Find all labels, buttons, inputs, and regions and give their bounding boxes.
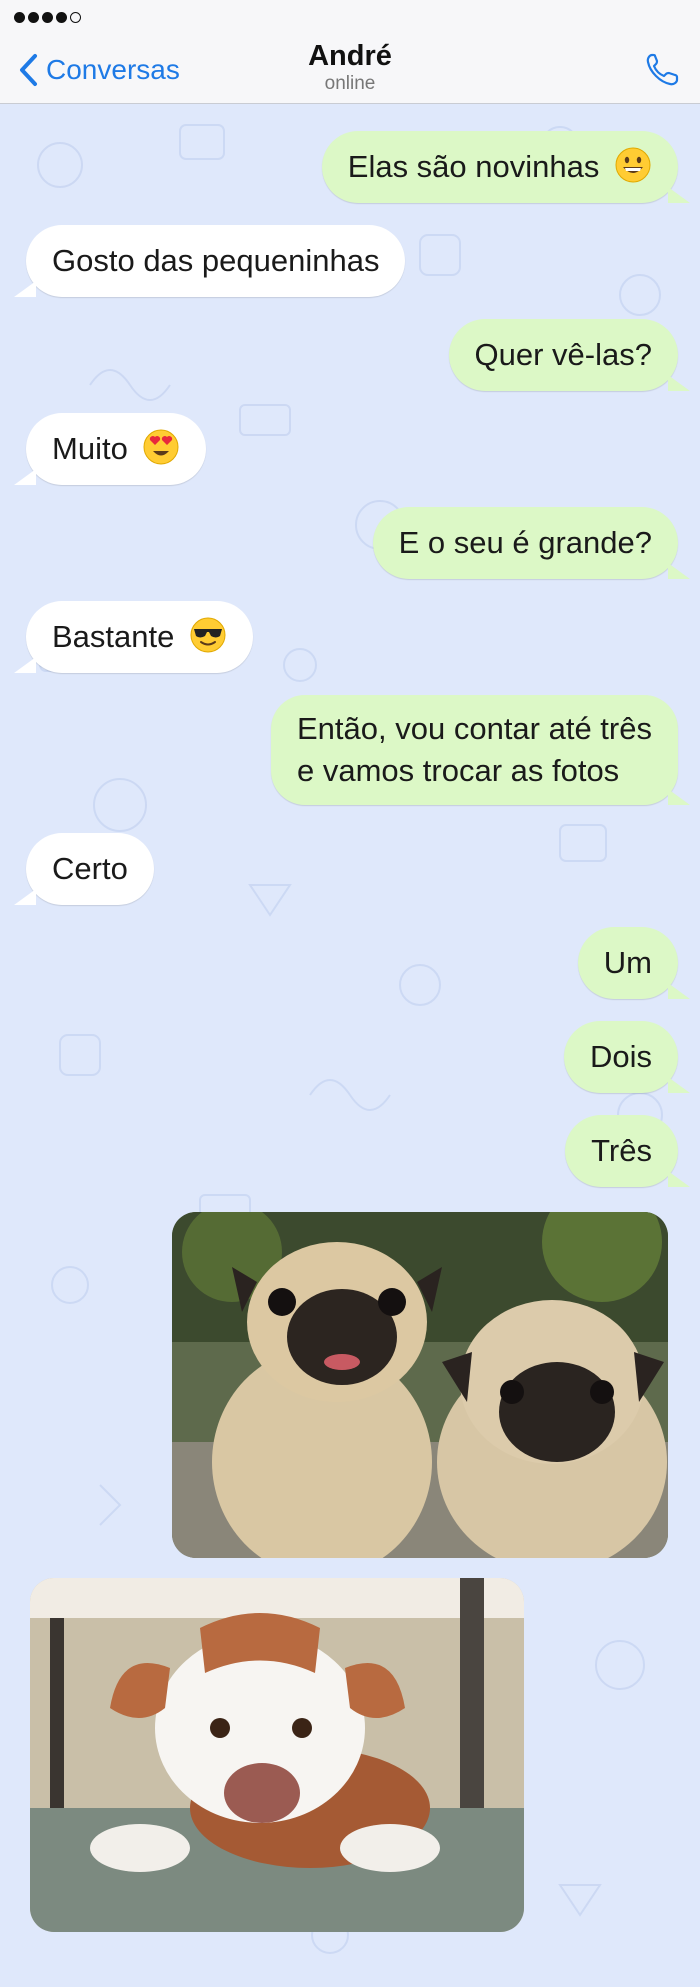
message-outgoing[interactable]: Quer vê-las?: [448, 319, 691, 391]
message-text: Gosto das pequeninhas: [52, 243, 380, 278]
message-photo-incoming[interactable]: [30, 1578, 524, 1932]
pitbull-dog-lying-down-photo: [30, 1578, 524, 1932]
message-text: Elas são novinhas: [347, 149, 600, 184]
message-incoming[interactable]: Certo: [14, 833, 154, 905]
heart-eyes-face-icon: [143, 429, 179, 465]
contact-name: André: [308, 40, 392, 72]
message-text: Quer vê-las?: [474, 337, 652, 372]
message-text: Três: [591, 1133, 652, 1168]
signal-strength-icon: [14, 12, 81, 23]
message-outgoing[interactable]: Um: [577, 927, 691, 999]
chat-area[interactable]: Elas são novinhas Gosto das pequeninhas …: [0, 105, 700, 1987]
sunglasses-face-icon: [190, 617, 226, 653]
message-incoming[interactable]: Gosto das pequeninhas: [13, 225, 406, 297]
message-outgoing[interactable]: Três: [565, 1115, 690, 1187]
message-outgoing[interactable]: Então, vou contar até três e vamos troca…: [271, 695, 690, 805]
grinning-face-icon: [615, 147, 651, 183]
message-text: E o seu é grande?: [398, 525, 652, 560]
message-text: Certo: [52, 851, 128, 886]
call-button[interactable]: [642, 50, 682, 90]
message-text: Dois: [589, 1039, 652, 1074]
message-outgoing[interactable]: Dois: [563, 1021, 691, 1093]
message-incoming[interactable]: Bastante: [14, 601, 253, 673]
message-outgoing[interactable]: Elas são novinhas: [321, 131, 691, 203]
status-bar: [0, 0, 700, 36]
chat-header: Conversas André online: [0, 36, 700, 104]
message-photo-outgoing[interactable]: [172, 1212, 668, 1558]
two-pug-puppies-photo: [172, 1212, 668, 1558]
contact-info[interactable]: André online: [0, 38, 700, 94]
contact-status: online: [324, 73, 376, 94]
message-text-line1: Então, vou contar até três: [297, 711, 652, 746]
message-outgoing[interactable]: E o seu é grande?: [372, 507, 691, 579]
message-text: Muito: [52, 431, 128, 466]
phone-icon: [646, 53, 679, 86]
message-text: Um: [603, 945, 652, 980]
message-text-line2: e vamos trocar as fotos: [297, 753, 620, 788]
message-incoming[interactable]: Muito: [13, 413, 207, 485]
message-text: Bastante: [52, 619, 175, 654]
